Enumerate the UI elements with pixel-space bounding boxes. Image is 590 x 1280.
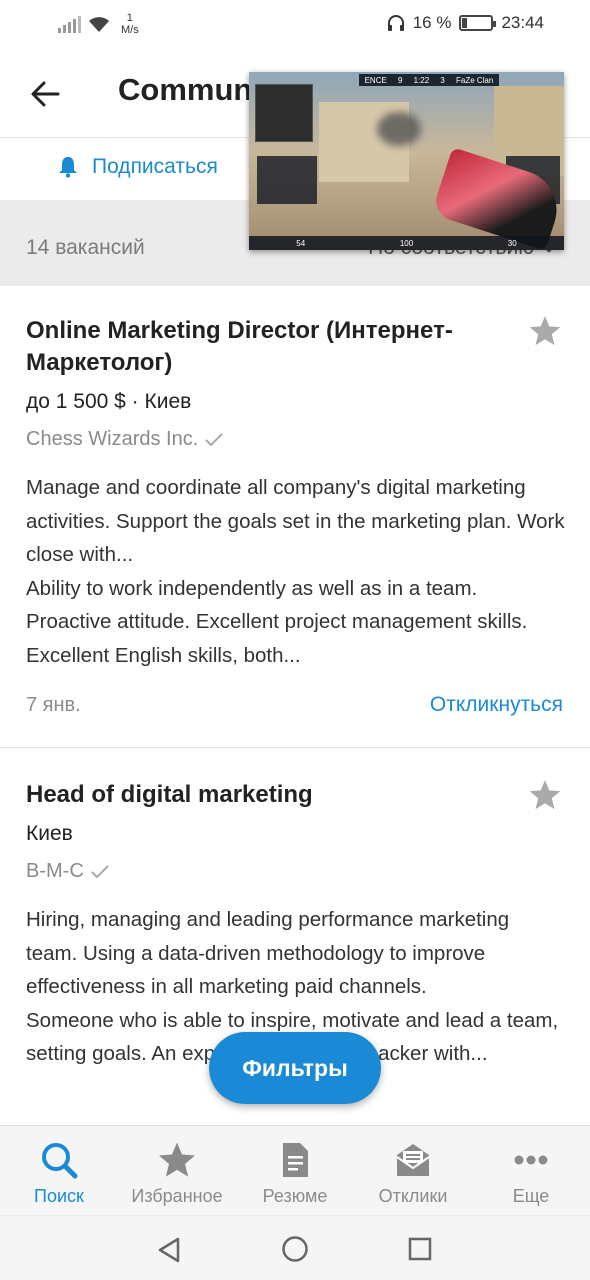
status-bar: 1 M/s 16 % 23:44 [0,0,590,48]
system-recents-icon[interactable] [408,1237,432,1261]
status-right: 16 % 23:44 [387,13,544,33]
check-icon [205,432,223,446]
video-team-left: ENCE [364,75,387,85]
bottom-nav: Поиск Избранное Резюме Отклики Еще [0,1125,590,1215]
bell-icon [59,157,77,178]
job-date: 7 янв. [26,694,81,716]
cell-signal-icon [58,15,81,33]
nav-label: Еще [512,1186,550,1206]
star-icon [159,1142,195,1177]
system-home-icon[interactable] [281,1235,309,1263]
nav-label: Избранное [131,1186,223,1206]
nav-item-resume[interactable]: Резюме [236,1126,354,1215]
vacancy-count: 14 вакансий [26,236,145,259]
video-score-left: 9 [397,75,403,85]
battery-percent: 16 % [412,13,452,32]
search-icon [42,1143,78,1179]
page-title: Commun [118,72,253,107]
video-team-panel-left [257,156,317,204]
job-description: Manage and coordinate all company's digi… [26,476,565,667]
more-icon [514,1155,548,1165]
filters-button[interactable]: Фильтры [209,1032,381,1104]
respond-button[interactable]: Откликнуться [430,693,563,717]
nav-label: Отклики [378,1186,448,1206]
nav-item-search[interactable]: Поиск [0,1126,118,1215]
job-salary-location: до 1 500 $ · Киев [26,390,192,413]
nav-item-more[interactable]: Еще [472,1126,590,1215]
job-title[interactable]: Head of digital marketing [26,779,506,811]
battery-icon [459,15,497,31]
star-icon[interactable] [528,778,562,812]
system-nav-bar [0,1215,590,1280]
nav-label: Резюме [262,1186,328,1206]
subscribe-button[interactable]: Подписаться [58,155,218,179]
nav-item-responses[interactable]: Отклики [354,1126,472,1215]
video-minimap [255,84,313,142]
company-name: B-M-C [26,860,84,882]
company-name: Chess Wizards Inc. [26,428,199,450]
arrow-left-icon[interactable] [28,76,64,112]
system-back-icon[interactable] [156,1236,182,1264]
job-card[interactable]: Online Marketing Director (Интернет-Марк… [0,287,590,748]
video-ammo: 30 [507,238,517,248]
status-left: 1 M/s [58,12,139,36]
job-company[interactable]: B-M-C [26,860,110,883]
nav-item-favorites[interactable]: Избранное [118,1126,236,1215]
video-team-right: FaZe Clan [455,75,494,85]
subscribe-label: Подписаться [92,155,218,178]
job-location: Киев [26,822,73,845]
video-scoreboard: ENCE 9 1:22 3 FaZe Clan [359,74,499,86]
star-icon[interactable] [528,314,562,348]
headphones-icon [387,15,404,31]
video-armor: 100 [399,238,414,248]
check-icon [91,864,109,878]
job-title[interactable]: Online Marketing Director (Интернет-Марк… [26,315,506,379]
video-health: 54 [296,238,306,248]
video-overlay[interactable]: ENCE 9 1:22 3 FaZe Clan 54 100 30 [249,72,564,250]
nav-label: Поиск [34,1186,84,1206]
document-icon [283,1143,308,1177]
clock: 23:44 [501,13,544,32]
video-timer: 1:22 [413,75,430,85]
job-company[interactable]: Chess Wizards Inc. [26,428,224,451]
video-score-right: 3 [440,75,445,85]
network-speed-unit: M/s [121,24,139,36]
envelope-icon [396,1144,430,1176]
video-scene-blur [377,112,421,146]
network-speed: 1 M/s [121,12,139,36]
wifi-icon [89,17,109,32]
video-hud: 54 100 30 [249,236,564,250]
network-speed-value: 1 [126,12,133,24]
